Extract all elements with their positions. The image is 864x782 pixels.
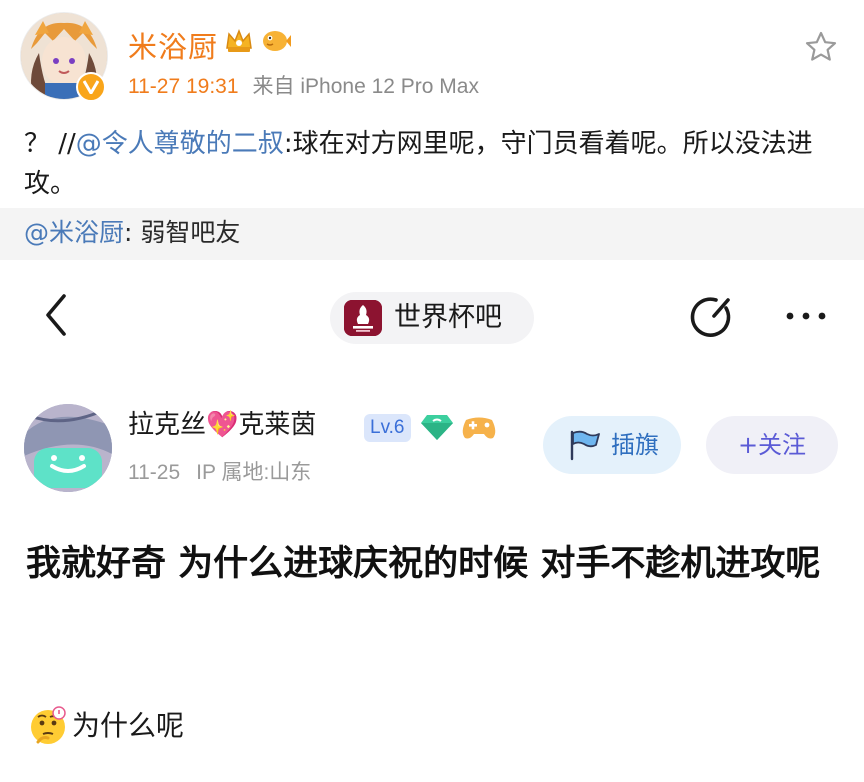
back-button[interactable] [40,292,72,338]
more-dots-icon [786,312,826,320]
forum-name: 世界杯吧 [394,302,502,333]
forum-post-date: 11-25 [128,461,181,484]
repost-content: @米浴厨: 弱智吧友 [24,216,240,250]
edit-button[interactable] [690,294,738,342]
forum-post-body: 为什么呢 [72,709,185,742]
more-options-button[interactable] [782,302,830,330]
pufferfish-badge-icon [260,28,292,58]
chevron-left-icon [46,294,66,336]
gem-badge-icon [420,412,454,446]
forum-post-meta: 11-25 IP 属地:山东 [128,456,311,486]
forum-name-pill[interactable]: 世界杯吧 [330,292,534,344]
forum-author-avatar[interactable] [24,404,112,492]
repost-strip: @米浴厨: 弱智吧友 [0,208,864,260]
forum-author-name[interactable]: 拉克丝💖克莱茵 [128,408,316,442]
flag-button[interactable]: 插旗 [543,416,681,474]
mention-link[interactable]: @令人尊敬的二叔 [76,129,284,159]
forum-post-title: 我就好奇 为什么进球庆祝的时候 对手不趁机进攻呢 [26,544,821,584]
post-time: 11-27 19:31 [128,75,239,98]
flag-icon [567,429,601,465]
follow-button[interactable]: +关注 [706,416,838,474]
thinking-face-icon [28,706,68,750]
post-content: ？ //@令人尊敬的二叔:球在对方网里呢，守门员看着呢。所以没法进攻。 [24,124,844,204]
post-prefix: ？ // [24,129,76,159]
post-source: 来自 iPhone 12 Pro Max [252,75,479,98]
post-meta: 11-27 19:31 来自 iPhone 12 Pro Max [128,70,479,100]
favorite-button[interactable] [804,30,838,64]
gamepad-badge-icon [460,412,498,446]
forum-author-row: 拉克丝💖克莱茵 Lv.6 11-25 IP 属地:山东 插旗 +关注 [0,396,864,496]
weibo-post-header: 米浴厨 11-27 19:31 来自 iPhone 12 Pro Max [0,0,864,110]
repost-text: : 弱智吧友 [124,218,241,247]
edit-icon [690,297,731,337]
ip-location: IP 属地:山东 [196,461,312,484]
level-badge: Lv.6 [364,414,411,442]
verified-v-icon [76,72,106,102]
star-outline-icon [805,31,837,61]
avatar-illustration-icon [24,404,112,492]
flag-button-label: 插旗 [611,431,659,459]
repost-mention-link[interactable]: @米浴厨 [24,218,124,247]
follow-button-label: +关注 [737,431,807,459]
forum-top-bar: 世界杯吧 [0,262,864,372]
crown-badge-icon [224,28,254,58]
username[interactable]: 米浴厨 [128,24,218,66]
world-cup-logo-icon [344,300,382,336]
